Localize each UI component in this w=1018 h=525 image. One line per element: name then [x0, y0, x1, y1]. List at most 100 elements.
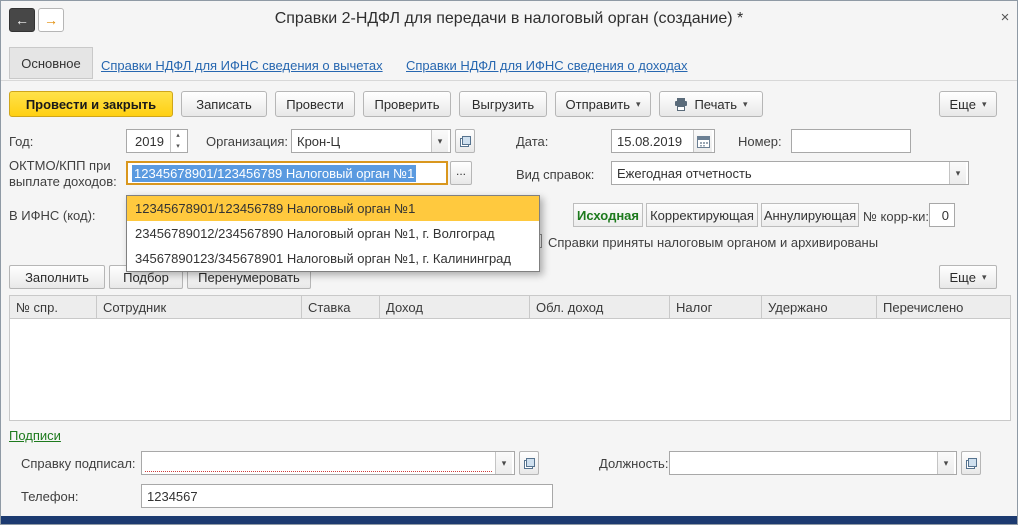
ifns-label: В ИФНС (код):: [9, 208, 96, 223]
type-original-button[interactable]: Исходная: [573, 203, 643, 227]
post-button[interactable]: Провести: [275, 91, 355, 117]
year-label: Год:: [9, 134, 34, 149]
type-cancelling-label: Аннулирующая: [763, 207, 857, 223]
check-label: Проверить: [374, 96, 440, 112]
post-and-close-button[interactable]: Провести и закрыть: [9, 91, 173, 117]
chevron-down-icon: ▾: [635, 98, 641, 109]
kind-label: Вид справок:: [516, 167, 595, 182]
table-header-row: № спр. Сотрудник Ставка Доход Обл. доход…: [9, 295, 1011, 319]
phone-value: 1234567: [147, 488, 198, 504]
oktmo-label-line2: выплате доходов:: [9, 174, 117, 189]
open-form-icon: [965, 457, 977, 469]
correction-no-field[interactable]: 0: [929, 203, 955, 227]
column-header-transferred[interactable]: Перечислено: [877, 295, 1011, 319]
year-field[interactable]: 2019 ▴ ▾: [126, 129, 188, 153]
print-label: Печать: [694, 96, 738, 112]
type-original-label: Исходная: [577, 207, 639, 223]
type-correcting-label: Корректирующая: [650, 207, 754, 223]
type-correcting-button[interactable]: Корректирующая: [646, 203, 758, 227]
printer-icon: [674, 97, 688, 111]
spinner-up-icon[interactable]: ▴: [171, 130, 185, 141]
app-window: ← → Справки 2-НДФЛ для передачи в налого…: [0, 0, 1018, 525]
column-header-taxable[interactable]: Обл. доход: [530, 295, 670, 319]
print-button[interactable]: Печать ▾: [659, 91, 763, 117]
calendar-icon[interactable]: [693, 130, 712, 152]
correction-no-label: № корр-ки:: [863, 209, 929, 224]
post-label: Провести: [286, 96, 344, 112]
write-label: Записать: [196, 96, 252, 112]
phone-field[interactable]: 1234567: [141, 484, 553, 508]
link-deductions[interactable]: Справки НДФЛ для ИФНС сведения о вычетах: [101, 58, 383, 73]
organization-label: Организация:: [206, 134, 289, 149]
column-header-withheld[interactable]: Удержано: [762, 295, 877, 319]
dropdown-item[interactable]: 12345678901/123456789 Налоговый орган №1: [127, 196, 539, 221]
archived-label: Справки приняты налоговым органом и архи…: [548, 235, 879, 250]
number-label: Номер:: [738, 134, 782, 149]
kind-value: Ежегодная отчетность: [617, 165, 752, 181]
chevron-down-icon: ▾: [981, 98, 987, 109]
oktmo-label-line1: ОКТМО/КПП при: [9, 158, 111, 173]
check-button[interactable]: Проверить: [363, 91, 451, 117]
oktmo-dropdown-list: 12345678901/123456789 Налоговый орган №1…: [126, 195, 540, 272]
position-label: Должность:: [599, 456, 669, 471]
type-cancelling-button[interactable]: Аннулирующая: [761, 203, 859, 227]
certificates-table-body: [9, 319, 1011, 421]
chevron-down-icon[interactable]: ▾: [937, 452, 954, 474]
column-header-tax[interactable]: Налог: [670, 295, 762, 319]
post-and-close-label: Провести и закрыть: [25, 96, 157, 112]
signed-by-combo[interactable]: ▾: [141, 451, 515, 475]
tabs-divider: [1, 80, 1017, 81]
year-spinner[interactable]: ▴ ▾: [169, 130, 185, 152]
column-header-rate[interactable]: Ставка: [302, 295, 380, 319]
oktmo-choose-button[interactable]: ...: [450, 161, 472, 185]
open-form-icon: [459, 135, 471, 147]
tab-main-label: Основное: [21, 55, 81, 71]
open-form-icon: [523, 457, 535, 469]
organization-combo[interactable]: Крон-Ц ▾: [291, 129, 451, 153]
phone-label: Телефон:: [21, 489, 79, 504]
column-header-employee[interactable]: Сотрудник: [97, 295, 302, 319]
organization-value: Крон-Ц: [297, 133, 341, 149]
dropdown-item[interactable]: 23456789012/234567890 Налоговый орган №1…: [127, 221, 539, 246]
position-combo[interactable]: ▾: [669, 451, 957, 475]
correction-no-value: 0: [941, 207, 949, 223]
chevron-down-icon[interactable]: ▾: [949, 162, 966, 184]
date-value: 15.08.2019: [617, 133, 683, 149]
date-label: Дата:: [516, 134, 549, 149]
year-value: 2019: [135, 133, 164, 149]
chevron-down-icon: ▾: [743, 98, 748, 109]
position-open-button[interactable]: [961, 451, 981, 475]
signed-by-open-button[interactable]: [519, 451, 539, 475]
close-icon[interactable]: ×: [995, 7, 1015, 27]
write-button[interactable]: Записать: [181, 91, 267, 117]
organization-open-button[interactable]: [455, 129, 475, 153]
column-header-income[interactable]: Доход: [380, 295, 530, 319]
chevron-down-icon[interactable]: ▾: [431, 130, 448, 152]
number-field[interactable]: [791, 129, 911, 153]
unload-label: Выгрузить: [471, 96, 535, 112]
more-button-table[interactable]: Еще ▾: [939, 265, 997, 289]
more-label: Еще: [949, 96, 976, 112]
spinner-down-icon[interactable]: ▾: [171, 141, 185, 152]
page-title: Справки 2-НДФЛ для передачи в налоговый …: [274, 10, 744, 27]
bottom-window-strip: [1, 516, 1017, 524]
oktmo-field[interactable]: 12345678901/123456789 Налоговый орган №1: [126, 161, 448, 185]
dropdown-item[interactable]: 34567890123/345678901 Налоговый орган №1…: [127, 246, 539, 271]
chevron-down-icon[interactable]: ▾: [495, 452, 512, 474]
more-table-label: Еще: [949, 269, 976, 285]
send-label: Отправить: [565, 96, 630, 112]
send-button[interactable]: Отправить ▾: [555, 91, 651, 117]
unload-button[interactable]: Выгрузить: [459, 91, 547, 117]
fill-button[interactable]: Заполнить: [9, 265, 105, 289]
chevron-down-icon: ▾: [981, 271, 987, 282]
tab-main[interactable]: Основное: [9, 47, 93, 79]
more-button-top[interactable]: Еще ▾: [939, 91, 997, 117]
signatures-section-link[interactable]: Подписи: [9, 428, 61, 443]
column-header-number[interactable]: № спр.: [9, 295, 97, 319]
oktmo-value: 12345678901/123456789 Налоговый орган №1: [132, 164, 417, 182]
signed-by-label: Справку подписал:: [21, 456, 136, 471]
date-field[interactable]: 15.08.2019: [611, 129, 715, 153]
fill-label: Заполнить: [25, 269, 89, 285]
kind-combo[interactable]: Ежегодная отчетность ▾: [611, 161, 969, 185]
link-incomes[interactable]: Справки НДФЛ для ИФНС сведения о доходах: [406, 58, 688, 73]
